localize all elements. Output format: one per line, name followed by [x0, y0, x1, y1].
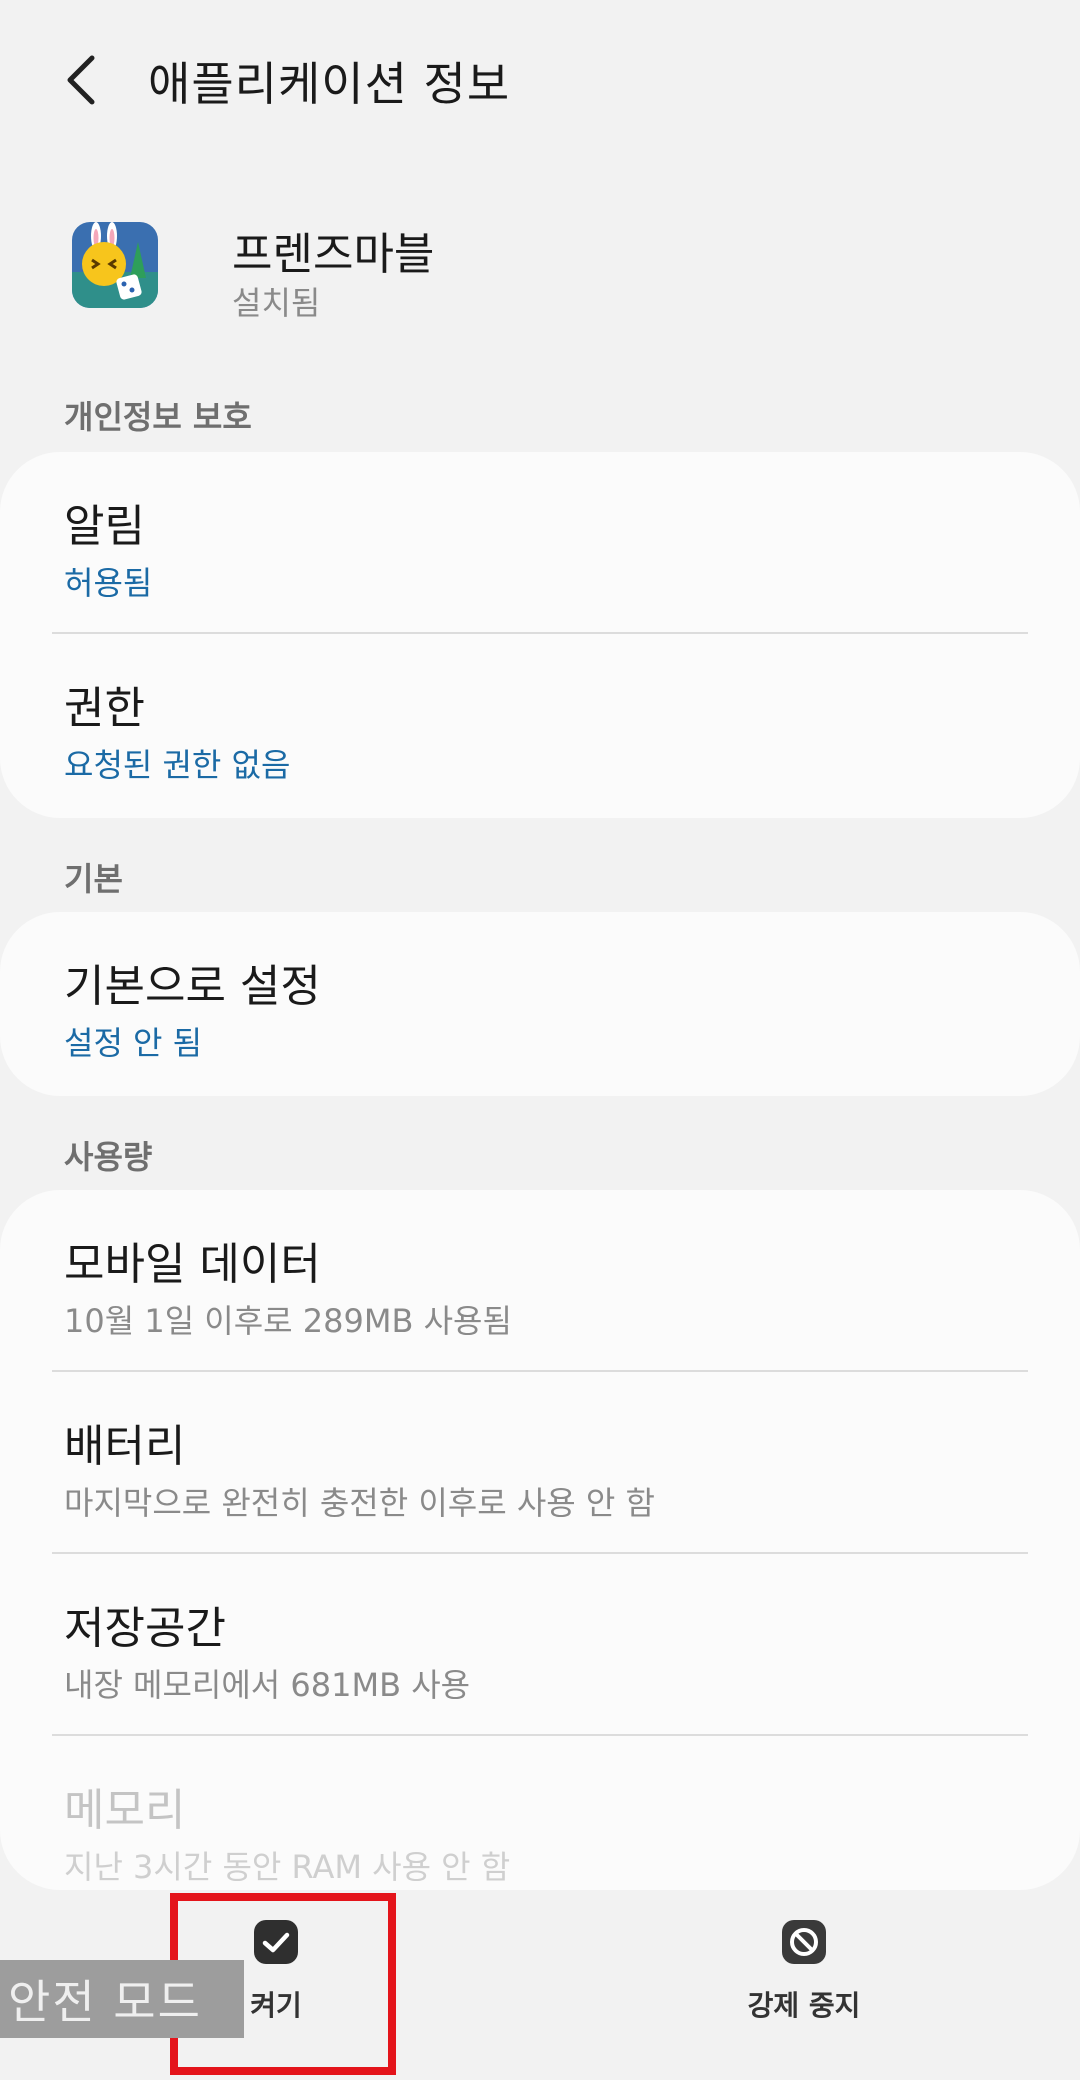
app-install-status: 설치됨: [232, 284, 321, 322]
item-subtitle: 내장 메모리에서 681MB 사용: [64, 1666, 471, 1704]
item-title: 배터리: [64, 1421, 186, 1472]
item-subtitle: 허용됨: [64, 564, 153, 602]
list-item-memory[interactable]: 메모리 지난 3시간 동안 RAM 사용 안 함: [0, 1736, 1080, 1890]
block-icon: [782, 1920, 826, 1964]
item-subtitle: 설정 안 됨: [64, 1024, 203, 1062]
safe-mode-indicator: 안전 모드: [0, 1960, 244, 2038]
privacy-card: 알림 허용됨 권한 요청된 권한 없음: [0, 452, 1080, 818]
defaults-card: 기본으로 설정 설정 안 됨: [0, 912, 1080, 1096]
app-name: 프렌즈마블: [232, 229, 435, 280]
force-stop-label: 강제 중지: [747, 1989, 861, 2022]
section-label-defaults: 기본: [64, 860, 123, 898]
page-title: 애플리케이션 정보: [148, 57, 511, 111]
item-subtitle: 마지막으로 완전히 충전한 이후로 사용 안 함: [64, 1484, 655, 1522]
item-title: 기본으로 설정: [64, 961, 321, 1012]
item-subtitle: 요청된 권한 없음: [64, 746, 291, 784]
item-title: 알림: [64, 501, 145, 552]
friends-marble-app-icon: [72, 222, 158, 308]
back-button[interactable]: [52, 40, 112, 120]
list-item-notifications[interactable]: 알림 허용됨: [0, 452, 1080, 634]
item-title: 저장공간: [64, 1603, 226, 1654]
section-label-usage: 사용량: [64, 1138, 153, 1176]
item-subtitle: 10월 1일 이후로 289MB 사용됨: [64, 1302, 512, 1340]
item-title: 모바일 데이터: [64, 1239, 321, 1290]
list-item-storage[interactable]: 저장공간 내장 메모리에서 681MB 사용: [0, 1554, 1080, 1736]
list-item-battery[interactable]: 배터리 마지막으로 완전히 충전한 이후로 사용 안 함: [0, 1372, 1080, 1554]
usage-card: 모바일 데이터 10월 1일 이후로 289MB 사용됨 배터리 마지막으로 완…: [0, 1190, 1080, 1890]
item-title: 메모리: [64, 1785, 186, 1836]
force-stop-button[interactable]: 강제 중지: [694, 1910, 914, 2040]
list-item-permissions[interactable]: 권한 요청된 권한 없음: [0, 634, 1080, 816]
item-subtitle: 지난 3시간 동안 RAM 사용 안 함: [64, 1848, 511, 1886]
app-summary: 프렌즈마블 설치됨: [0, 200, 1080, 330]
list-item-mobile-data[interactable]: 모바일 데이터 10월 1일 이후로 289MB 사용됨: [0, 1190, 1080, 1372]
back-arrow-icon: [67, 55, 95, 105]
app-bar: 애플리케이션 정보: [0, 0, 1080, 160]
item-title: 권한: [64, 683, 145, 734]
section-label-privacy: 개인정보 보호: [64, 398, 252, 436]
list-item-set-as-default[interactable]: 기본으로 설정 설정 안 됨: [0, 912, 1080, 1094]
